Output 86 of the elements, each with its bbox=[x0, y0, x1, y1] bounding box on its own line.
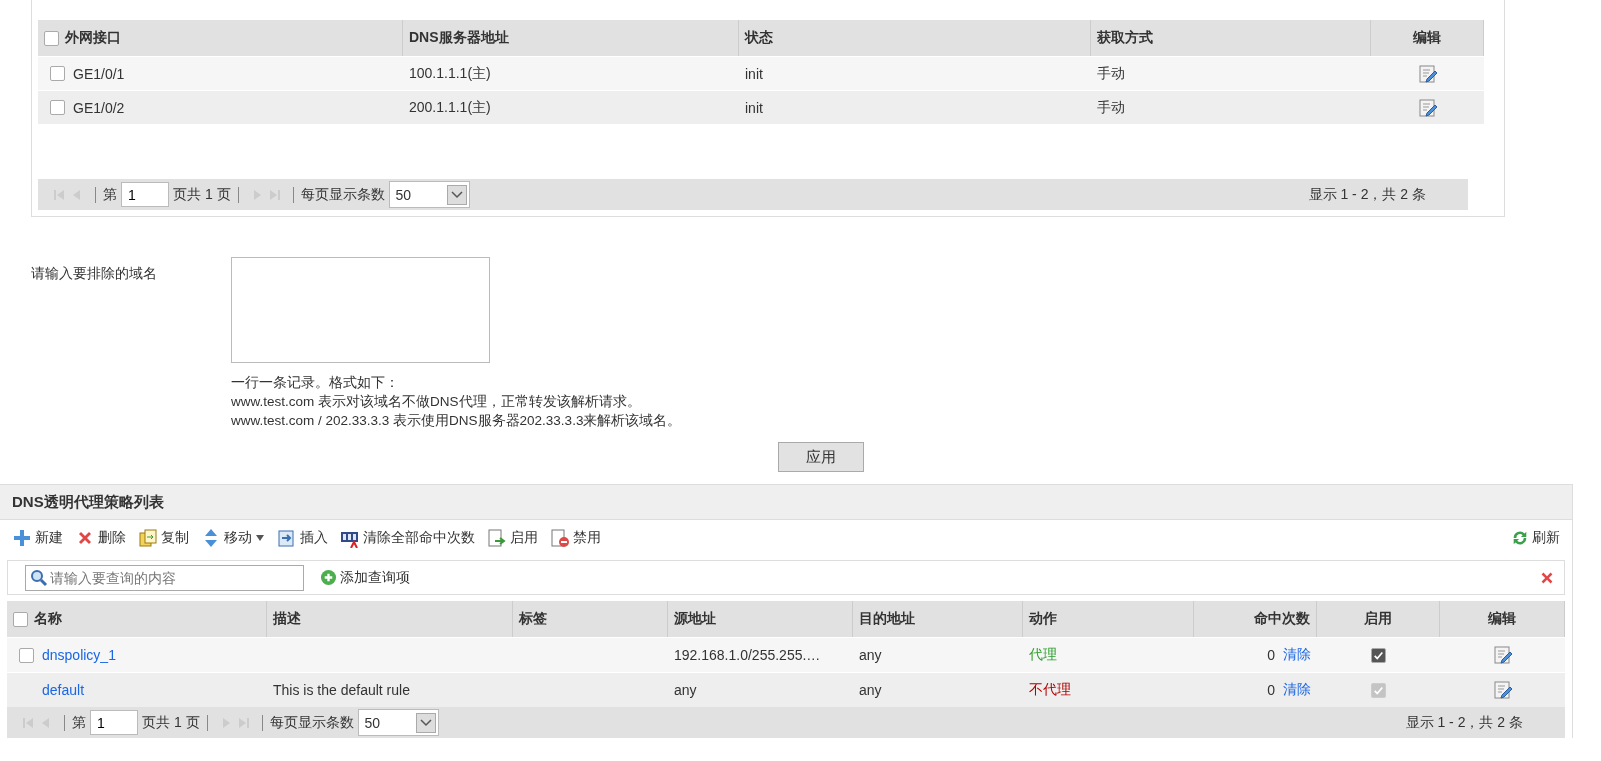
apply-button[interactable]: 应用 bbox=[777, 442, 864, 472]
checkbox[interactable] bbox=[50, 66, 65, 81]
per-page-label: 每页显示条数 bbox=[269, 713, 354, 732]
table-cell: 0 bbox=[1267, 647, 1275, 663]
page-label: 第 bbox=[72, 713, 86, 732]
table-cell: GE1/0/1 bbox=[73, 65, 125, 82]
per-page-select[interactable]: 50 bbox=[388, 181, 470, 208]
toolbar-button[interactable]: 插入 bbox=[277, 528, 328, 548]
column-header: 状态 bbox=[745, 29, 773, 47]
table-cell: GE1/0/2 bbox=[73, 99, 125, 116]
table-cell: 192.168.1.0/255.255.… bbox=[674, 647, 821, 663]
action-label: 不代理 bbox=[1029, 681, 1071, 699]
page-total: 页共 1 页 bbox=[173, 185, 231, 204]
toolbar-button[interactable]: 禁用 bbox=[550, 528, 601, 548]
column-header: 编辑 bbox=[1488, 610, 1516, 628]
record-summary: 显示 1 - 2，共 2 条 bbox=[1308, 185, 1426, 204]
plus-circle-icon bbox=[320, 569, 337, 586]
toolbar-button[interactable]: 启用 bbox=[487, 528, 538, 548]
page-input[interactable]: 1 bbox=[121, 182, 169, 207]
edit-icon[interactable] bbox=[1417, 97, 1438, 118]
refresh-button[interactable]: 刷新 bbox=[1511, 529, 1560, 547]
table-cell: 手动 bbox=[1097, 98, 1125, 117]
checkbox[interactable] bbox=[1371, 647, 1386, 663]
table-cell: 100.1.1.1(主) bbox=[409, 64, 491, 83]
page-total: 页共 1 页 bbox=[142, 713, 200, 732]
check-icon bbox=[1373, 684, 1384, 696]
table-cell: init bbox=[745, 65, 763, 82]
chevron-down-icon bbox=[419, 718, 432, 727]
action-label: 代理 bbox=[1029, 646, 1057, 664]
column-header: 命中次数 bbox=[1254, 610, 1310, 628]
column-header: DNS服务器地址 bbox=[409, 29, 509, 47]
edit-icon[interactable] bbox=[1492, 680, 1513, 700]
checkbox[interactable] bbox=[19, 647, 34, 663]
table-cell: 200.1.1.1(主) bbox=[409, 98, 491, 117]
help-text: www.test.com 表示对该域名不做DNS代理，正常转发该解析请求。 bbox=[231, 393, 642, 411]
caret-icon bbox=[255, 535, 265, 541]
column-header: 动作 bbox=[1029, 610, 1057, 628]
column-header: 外网接口 bbox=[65, 29, 121, 47]
policy-name-link[interactable]: dnspolicy_1 bbox=[42, 647, 116, 663]
column-header: 编辑 bbox=[1413, 29, 1441, 47]
table-cell: 手动 bbox=[1097, 64, 1125, 83]
copy-icon bbox=[138, 528, 158, 548]
toolbar-button[interactable]: 新建 bbox=[12, 528, 63, 548]
plus-icon bbox=[12, 528, 32, 548]
help-text: www.test.com / 202.33.3.3 表示使用DNS服务器202.33.3.3来解析该域名。 bbox=[231, 412, 682, 430]
column-header: 描述 bbox=[273, 610, 301, 628]
domain-input-field[interactable] bbox=[231, 257, 490, 363]
checkbox[interactable] bbox=[50, 100, 65, 115]
table-cell: 0 bbox=[1267, 682, 1275, 698]
column-header: 目的地址 bbox=[859, 610, 915, 628]
column-header: 标签 bbox=[519, 610, 547, 628]
table-cell: any bbox=[859, 647, 882, 663]
toolbar-button[interactable]: 移动 bbox=[201, 528, 265, 548]
checkbox[interactable] bbox=[13, 611, 28, 627]
document-minus-icon bbox=[550, 528, 570, 548]
table-cell: any bbox=[674, 682, 697, 698]
panel-title: DNS透明代理策略列表 bbox=[12, 492, 164, 512]
record-summary: 显示 1 - 2，共 2 条 bbox=[1405, 713, 1523, 732]
table-cell: any bbox=[859, 682, 882, 698]
column-header: 源地址 bbox=[674, 610, 716, 628]
edit-icon[interactable] bbox=[1492, 645, 1513, 665]
page-input[interactable]: 1 bbox=[90, 710, 138, 735]
toolbar-button[interactable]: 删除 bbox=[75, 528, 126, 548]
per-page-label: 每页显示条数 bbox=[300, 185, 385, 204]
insert-icon bbox=[277, 528, 297, 548]
column-header: 启用 bbox=[1364, 610, 1392, 628]
table-cell: This is the default rule bbox=[273, 682, 410, 698]
column-header: 名称 bbox=[34, 610, 62, 628]
chevron-down-icon bbox=[450, 190, 463, 199]
table-cell: init bbox=[745, 99, 763, 116]
search-field[interactable]: 请输入要查询的内容 bbox=[25, 564, 304, 591]
page-label: 第 bbox=[103, 185, 117, 204]
toolbar-button[interactable]: 清除全部命中次数 bbox=[340, 528, 475, 548]
search-icon bbox=[30, 568, 48, 587]
column-header: 获取方式 bbox=[1097, 29, 1153, 47]
add-query-button[interactable]: 添加查询项 bbox=[320, 568, 410, 587]
per-page-select[interactable]: 50 bbox=[357, 709, 439, 736]
help-text: 一行一条记录。格式如下： bbox=[231, 374, 400, 392]
field-label: 请输入要排除的域名 bbox=[31, 264, 158, 283]
checkbox[interactable] bbox=[44, 30, 59, 46]
toolbar-button[interactable]: 复制 bbox=[138, 528, 189, 548]
refresh-icon bbox=[1511, 529, 1529, 547]
check-icon bbox=[1373, 649, 1384, 661]
clear-link[interactable]: 清除 bbox=[1283, 646, 1311, 664]
document-arrow-icon bbox=[487, 528, 507, 548]
edit-icon[interactable] bbox=[1417, 63, 1438, 84]
